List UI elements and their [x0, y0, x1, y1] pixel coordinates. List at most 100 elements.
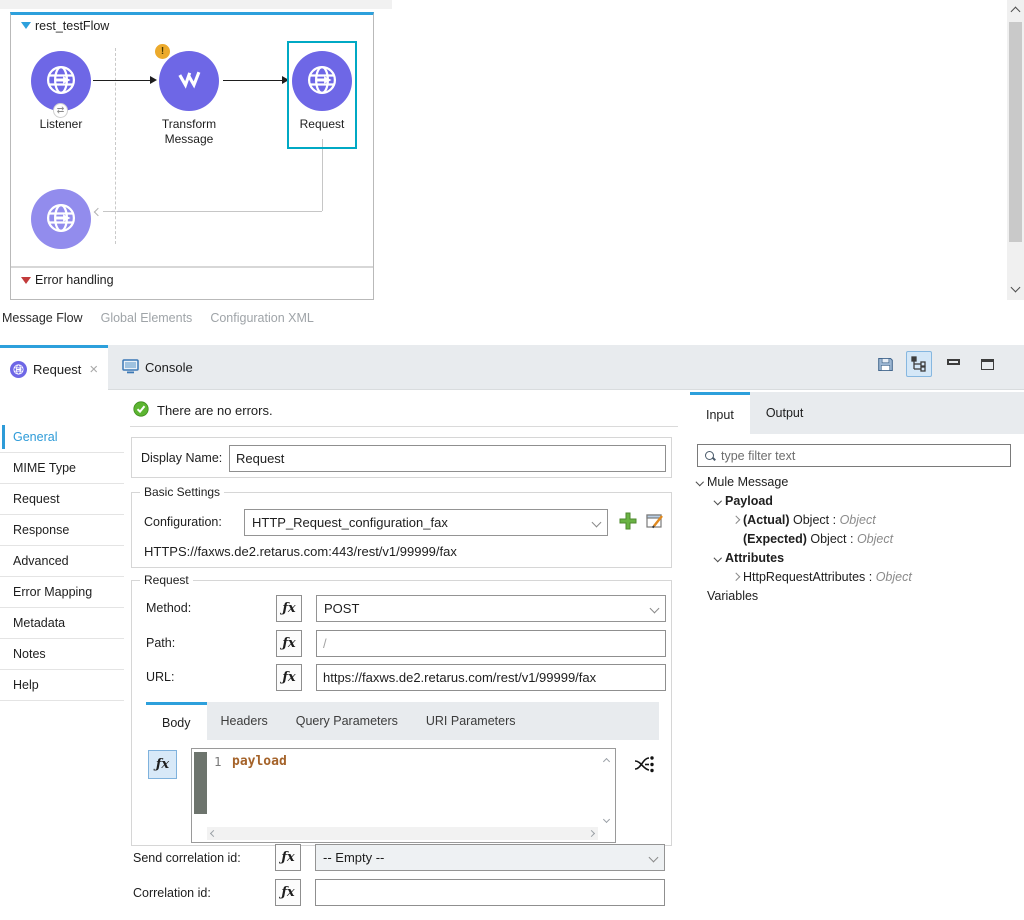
path-label: Path: [146, 636, 175, 650]
correlation-fx-button[interactable]: ƒx [275, 879, 301, 906]
chevron-down-icon[interactable] [714, 554, 722, 562]
tab-console[interactable]: Console [112, 345, 203, 390]
canvas-scrollbar[interactable] [1007, 0, 1024, 300]
flow-canvas[interactable]: rest_testFlow ⇄ Listener ! Transform Mes… [10, 12, 374, 300]
sidebar-item-help[interactable]: Help [0, 670, 124, 701]
request-subtabs: Body Headers Query Parameters URI Parame… [146, 702, 659, 740]
tree-item-expected[interactable]: (Expected) Object : Object [729, 529, 1017, 548]
configuration-select[interactable]: HTTP_Request_configuration_fax [244, 509, 608, 536]
body-expression-editor[interactable]: 1 payload [191, 748, 616, 843]
send-correlation-fx-button[interactable]: ƒx [275, 844, 301, 871]
tab-configuration-xml[interactable]: Configuration XML [210, 311, 314, 325]
chevron-down-icon [649, 604, 659, 614]
sidebar-item-advanced[interactable]: Advanced [0, 546, 124, 577]
sidebar-item-error-mapping[interactable]: Error Mapping [0, 577, 124, 608]
connector-transform-request [223, 80, 283, 81]
flow-node-request[interactable] [292, 51, 352, 111]
error-handling-label: Error handling [35, 273, 114, 287]
scroll-left-icon[interactable] [210, 830, 217, 837]
tab-uri-parameters[interactable]: URI Parameters [412, 702, 530, 740]
sidebar-item-request[interactable]: Request [0, 484, 124, 515]
edit-config-icon[interactable] [645, 511, 665, 534]
method-fx-button[interactable]: ƒx [276, 595, 302, 622]
tab-output[interactable]: Output [750, 392, 820, 434]
general-form: There are no errors. Display Name: Basic… [124, 390, 685, 920]
request-group: Request Method: ƒx POST Path: ƒx URL: ƒx… [131, 580, 672, 846]
basic-settings-group: Basic Settings Configuration: HTTP_Reque… [131, 492, 672, 568]
http-listener-icon [43, 62, 79, 101]
flow-collapse-icon[interactable] [21, 22, 31, 29]
editor-code[interactable]: payload [232, 754, 287, 769]
sidebar-item-notes[interactable]: Notes [0, 639, 124, 670]
url-fx-button[interactable]: ƒx [276, 664, 302, 691]
chevron-down-icon [648, 853, 658, 863]
datasense-panel: Input Output type filter text Mule Messa… [685, 390, 1024, 920]
scroll-right-icon[interactable] [588, 830, 595, 837]
view-tabbar: Request × Console [0, 345, 1024, 390]
sidebar-item-response[interactable]: Response [0, 515, 124, 546]
http-request-icon [43, 200, 79, 239]
tree-item-actual[interactable]: (Actual) Object : Object [729, 510, 1017, 529]
method-label: Method: [146, 601, 191, 615]
warning-badge-icon: ! [155, 44, 170, 59]
editor-hscrollbar[interactable] [207, 827, 598, 840]
flow-node-listener[interactable] [31, 51, 91, 111]
correlation-input[interactable] [315, 879, 665, 906]
tab-body[interactable]: Body [146, 702, 207, 740]
canvas-top-strip [0, 0, 392, 9]
line-number: 1 [214, 754, 222, 769]
filter-input[interactable]: type filter text [697, 444, 1011, 467]
flow-node-transform-message[interactable] [159, 51, 219, 111]
scroll-up-icon[interactable] [1011, 7, 1021, 17]
tab-request-properties[interactable]: Request × [0, 345, 108, 390]
flow-node-error-request[interactable] [31, 189, 91, 249]
metadata-tree: Mule Message Payload (Actual) Object : O… [693, 472, 1017, 605]
tree-view-icon[interactable] [906, 351, 932, 377]
maximize-icon[interactable] [974, 351, 1000, 377]
save-icon[interactable] [872, 351, 898, 377]
tree-item-variables[interactable]: Variables [693, 586, 1017, 605]
flow-guide-line [115, 48, 116, 244]
sidebar-item-mime-type[interactable]: MIME Type [0, 453, 124, 484]
flow-title: rest_testFlow [35, 19, 109, 33]
chevron-down-icon[interactable] [696, 478, 704, 486]
body-fx-button[interactable]: ƒx [148, 750, 177, 779]
path-input[interactable] [316, 630, 666, 657]
send-correlation-label: Send correlation id: [133, 851, 241, 865]
sidebar-item-metadata[interactable]: Metadata [0, 608, 124, 639]
chevron-right-icon[interactable] [732, 573, 740, 581]
url-input[interactable] [316, 664, 666, 691]
tree-item-http-request-attributes[interactable]: HttpRequestAttributes : Object [729, 567, 1017, 586]
chevron-right-icon[interactable] [732, 516, 740, 524]
properties-sidebar: General MIME Type Request Response Advan… [0, 390, 124, 920]
group-legend: Request [140, 573, 193, 587]
tab-headers[interactable]: Headers [207, 702, 282, 740]
tab-query-parameters[interactable]: Query Parameters [282, 702, 412, 740]
scroll-up-icon[interactable] [603, 758, 610, 765]
chevron-down-icon[interactable] [714, 497, 722, 505]
resolved-url-text: HTTPS://faxws.de2.retarus.com:443/rest/v… [144, 544, 457, 559]
method-select[interactable]: POST [316, 595, 666, 622]
scroll-down-icon[interactable] [1011, 283, 1021, 293]
error-handling-collapse-icon[interactable] [21, 277, 31, 284]
sidebar-item-general[interactable]: General [0, 422, 124, 453]
scrollbar-thumb[interactable] [1009, 22, 1022, 242]
tree-item-mule-message[interactable]: Mule Message [693, 472, 1017, 491]
search-icon [704, 450, 716, 462]
tree-item-attributes[interactable]: Attributes [711, 548, 1017, 567]
tab-global-elements[interactable]: Global Elements [101, 311, 193, 325]
connector-arrowhead [150, 76, 157, 84]
add-config-icon[interactable] [618, 511, 638, 534]
send-correlation-select[interactable]: -- Empty -- [315, 844, 665, 871]
dataweave-mapping-icon[interactable] [633, 753, 657, 780]
tab-message-flow[interactable]: Message Flow [2, 311, 83, 325]
tree-item-payload[interactable]: Payload [711, 491, 1017, 510]
path-fx-button[interactable]: ƒx [276, 630, 302, 657]
tab-input[interactable]: Input [690, 392, 750, 434]
scroll-down-icon[interactable] [603, 816, 610, 823]
display-name-input[interactable] [229, 445, 666, 472]
minimize-icon[interactable] [940, 351, 966, 377]
view-toolbar [872, 351, 1000, 377]
source-badge-icon: ⇄ [53, 103, 68, 118]
close-icon[interactable]: × [89, 361, 98, 378]
